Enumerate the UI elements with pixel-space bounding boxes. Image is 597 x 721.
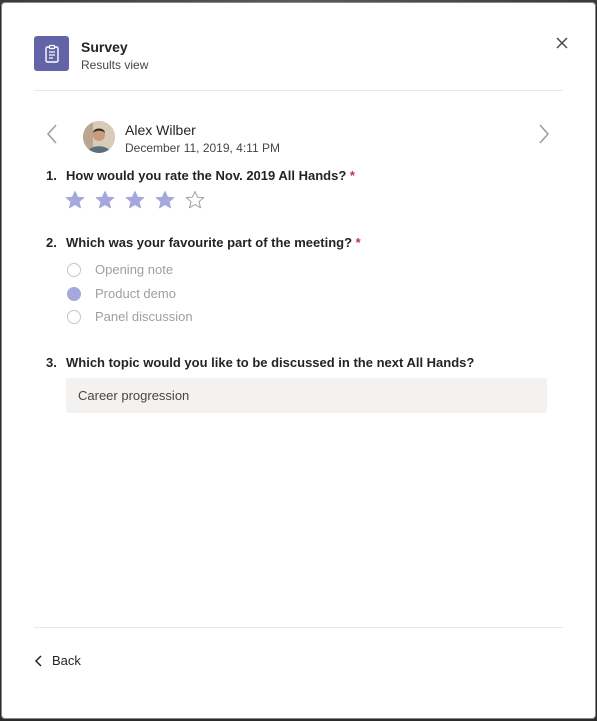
- required-marker: *: [355, 235, 361, 250]
- dialog-title: Survey: [81, 39, 128, 55]
- chevron-right-icon: [539, 124, 550, 144]
- header-divider: [34, 90, 563, 91]
- question-1-text: How would you rate the Nov. 2019 All Han…: [66, 168, 355, 183]
- previous-response-button[interactable]: [42, 121, 62, 147]
- text-answer: Career progression: [66, 378, 547, 413]
- question-number: 1.: [46, 168, 57, 183]
- next-response-button[interactable]: [534, 121, 554, 147]
- radio-button: [67, 309, 81, 324]
- star-filled-icon: [125, 191, 145, 209]
- question-number: 3.: [46, 355, 57, 370]
- choice-label: Panel discussion: [95, 309, 193, 324]
- question-3-text: Which topic would you like to be discuss…: [66, 355, 475, 370]
- star-filled-icon: [155, 191, 175, 209]
- question-number: 2.: [46, 235, 57, 250]
- dialog-subtitle: Results view: [81, 58, 149, 72]
- close-icon: [556, 37, 568, 49]
- radio-button-selected: [67, 286, 81, 301]
- choice-option-opening-note: Opening note: [67, 262, 173, 277]
- choice-label: Opening note: [95, 262, 174, 277]
- chevron-left-icon: [46, 124, 57, 144]
- close-button[interactable]: [552, 33, 572, 53]
- chevron-left-icon: [34, 654, 42, 667]
- clipboard-icon: [34, 36, 69, 71]
- footer-divider: [34, 627, 563, 628]
- respondent-name: Alex Wilber: [125, 122, 196, 138]
- choice-option-panel-discussion: Panel discussion: [67, 309, 193, 324]
- survey-dialog: Survey Results view Alex Wilber December…: [2, 3, 595, 718]
- avatar: [83, 121, 115, 153]
- star-filled-icon: [95, 191, 115, 209]
- question-2-text: Which was your favourite part of the mee…: [66, 235, 361, 250]
- star-filled-icon: [65, 191, 85, 209]
- required-marker: *: [349, 168, 355, 183]
- back-button[interactable]: Back: [34, 653, 81, 668]
- back-label: Back: [52, 653, 81, 668]
- choice-label: Product demo: [95, 286, 176, 301]
- star-rating: [65, 190, 205, 210]
- response-timestamp: December 11, 2019, 4:11 PM: [125, 141, 280, 155]
- radio-button: [67, 262, 81, 277]
- star-empty-icon: [185, 191, 205, 209]
- choice-option-product-demo: Product demo: [67, 286, 176, 301]
